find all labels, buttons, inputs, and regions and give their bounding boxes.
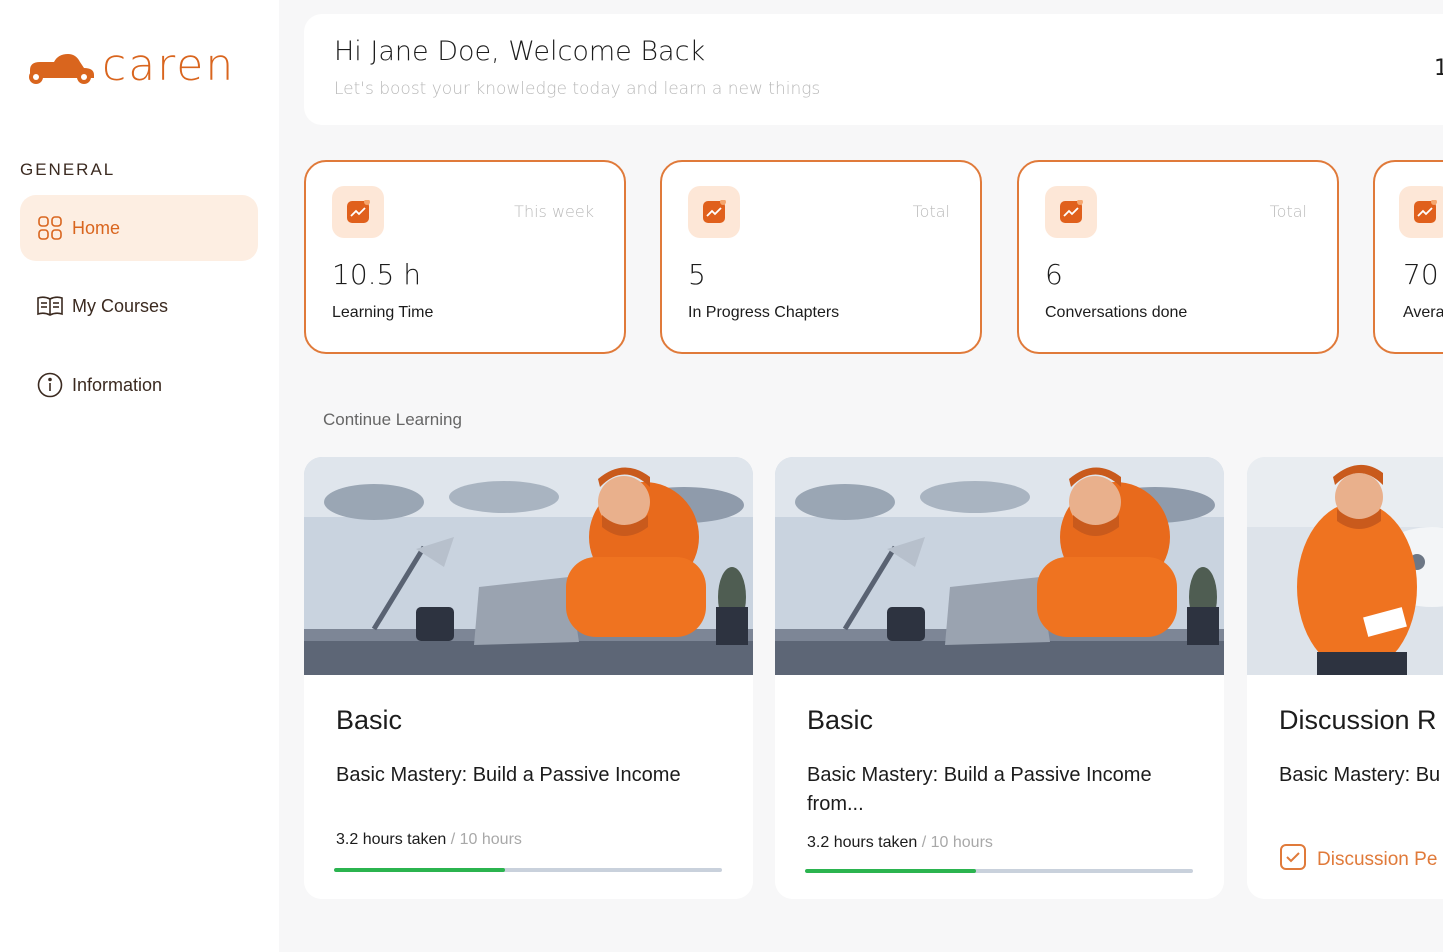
discussion-label: Discussion Pe [1317,849,1438,870]
course-thumbnail-image [775,457,1224,675]
stat-card-learning-time[interactable]: This week 10.5 h Learning Time [304,160,626,354]
hours-total: / 10 hours [917,834,993,851]
hours-total: / 10 hours [446,831,522,848]
stat-label: Avera [1403,304,1443,321]
stat-card-in-progress[interactable]: Total 5 In Progress Chapters [660,160,982,354]
course-progress-bar [334,868,722,872]
course-category: Basic [336,705,403,735]
welcome-header: Hi Jane Doe, Welcome Back Let's boost yo… [304,14,1443,125]
stat-label: Conversations done [1045,304,1188,321]
stat-label: Learning Time [332,304,434,321]
continue-learning-title: Continue Learning [323,410,462,429]
course-title: Basic Mastery: Build a Passive Income [336,764,681,786]
course-card[interactable]: Basic Basic Mastery: Build a Passive Inc… [775,457,1224,899]
stat-value: 10.5 h [332,258,421,291]
course-progress-fill [334,868,505,872]
sidebar-item-label: My Courses [72,295,169,316]
trend-chart-icon [1399,186,1443,238]
stat-period: Total [1269,202,1307,221]
stat-period: This week [514,202,594,221]
brand-logo[interactable]: caren [24,44,235,88]
course-card[interactable]: Basic Basic Mastery: Build a Passive Inc… [304,457,753,899]
sidebar-item-home[interactable]: Home [20,195,258,261]
trend-chart-icon [332,186,384,238]
greeting-title: Hi Jane Doe, Welcome Back [334,36,706,67]
sidebar-item-label: Home [72,217,121,238]
sidebar: caren GENERAL Home My Courses Informatio… [0,0,279,952]
caren-car-icon [29,54,94,84]
course-category: Discussion R [1279,705,1437,735]
course-card-body: Basic Basic Mastery: Build a Passive Inc… [775,675,1224,899]
trend-chart-icon [688,186,740,238]
stat-value: 70 [1403,258,1439,291]
course-category: Basic [807,705,874,735]
course-card[interactable]: Discussion R Basic Mastery: Bu from... D… [1247,457,1443,899]
stat-card-conversations[interactable]: Total 6 Conversations done [1017,160,1339,354]
stat-card-average[interactable]: 70 Avera [1373,160,1443,354]
book-icon [36,292,64,320]
grid-icon [36,214,64,242]
stat-label: In Progress Chapters [688,304,840,321]
sidebar-item-my-courses[interactable]: My Courses [20,273,258,339]
greeting-subtitle: Let's boost your knowledge today and lea… [334,79,821,99]
header-number: 1 [1434,56,1443,81]
course-hours: 3.2 hours taken / 10 hours [807,834,993,852]
hours-taken: 3.2 hours taken [807,834,918,851]
hours-taken: 3.2 hours taken [336,831,447,848]
course-hours: 3.2 hours taken / 10 hours [336,831,522,849]
trend-chart-icon [1045,186,1097,238]
course-title: Basic Mastery: Bu from... [1279,764,1443,786]
nav-section-label: GENERAL [20,160,116,179]
sidebar-item-label: Information [72,374,163,395]
stat-period: Total [912,202,950,221]
course-progress-bar [805,869,1193,873]
course-thumbnail-image [1247,457,1443,675]
sidebar-item-information[interactable]: Information [20,352,258,418]
course-progress-fill [805,869,976,873]
info-icon [36,371,64,399]
course-card-body: Basic Basic Mastery: Build a Passive Inc… [304,675,753,899]
stat-value: 5 [688,258,706,291]
checkbox-icon [1279,843,1307,877]
course-title: Basic Mastery: Build a Passive Income fr… [807,764,1152,815]
discussion-link[interactable]: Discussion Pe [1279,843,1437,877]
stat-value: 6 [1045,258,1063,291]
brand-name: caren [102,40,236,91]
course-thumbnail-image [304,457,753,675]
course-card-body: Discussion R Basic Mastery: Bu from... D… [1247,675,1443,899]
